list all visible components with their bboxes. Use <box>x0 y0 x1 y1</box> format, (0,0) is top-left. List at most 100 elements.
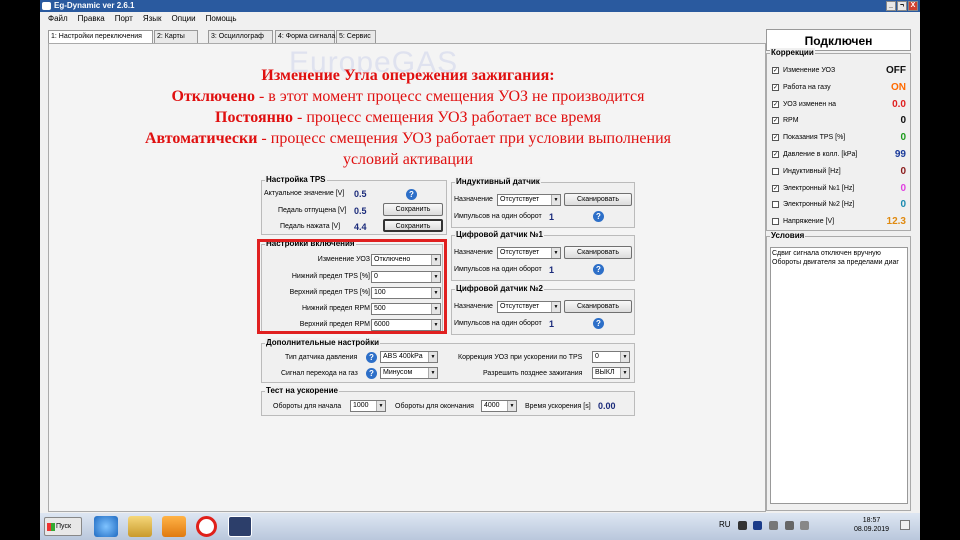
correction-value: 0 <box>900 115 906 127</box>
digital-1-scan-button[interactable]: Сканировать <box>564 246 632 259</box>
tps-actual-label: Актуальное значение [V] <box>264 190 345 197</box>
digital-2-assign-value: Отсутствует <box>500 303 540 310</box>
explorer-icon[interactable] <box>128 516 152 537</box>
bluetooth-icon[interactable] <box>753 521 762 530</box>
digital-sensor-1-group: Цифровой датчик №1 Назначение Отсутствуе… <box>451 230 635 281</box>
digital-1-pulses-value: 1 <box>549 265 555 275</box>
chevron-down-icon: ▼ <box>551 248 560 258</box>
correction-checkbox[interactable]: ✓ <box>772 184 779 192</box>
correction-checkbox[interactable] <box>772 167 779 175</box>
start-label: Пуск <box>56 523 72 530</box>
correction-checkbox[interactable]: ✓ <box>772 83 779 91</box>
pressure-type-label: Тип датчика давления <box>285 354 358 361</box>
accel-start-value: 1000 <box>353 402 369 409</box>
chevron-down-icon: ▼ <box>507 401 516 411</box>
gas-signal-select[interactable]: Минусом ▼ <box>380 367 438 379</box>
conditions-group: Условия Сдвиг сигнала отключен вручную О… <box>766 231 911 511</box>
ie-icon[interactable] <box>94 516 118 537</box>
correction-checkbox[interactable]: ✓ <box>772 117 779 125</box>
digital-2-assign-label: Назначение <box>454 303 493 310</box>
chevron-down-icon: ▼ <box>620 352 629 362</box>
title-bar[interactable]: Eg-Dynamic ver 2.6.1 _ ¬ X <box>40 0 920 12</box>
correction-checkbox[interactable] <box>772 218 779 226</box>
inductive-assign-select[interactable]: Отсутствует ▼ <box>497 194 561 206</box>
conditions-list[interactable]: Сдвиг сигнала отключен вручную Обороты д… <box>770 247 908 504</box>
correction-label: Электронный №2 [Hz] <box>783 201 855 209</box>
inductive-assign-label: Назначение <box>454 196 493 203</box>
menu-options[interactable]: Опции <box>172 12 196 25</box>
chevron-down-icon: ▼ <box>551 195 560 205</box>
menu-edit[interactable]: Правка <box>78 12 105 25</box>
accel-time-value: 0.00 <box>598 401 616 411</box>
opera-icon[interactable] <box>196 516 217 537</box>
digital-sensor-1-title: Цифровой датчик №1 <box>455 230 544 240</box>
pressure-type-select[interactable]: ABS 400kPa ▼ <box>380 351 438 363</box>
late-ignition-select[interactable]: ВЫКЛ ▼ <box>592 367 630 379</box>
correction-value: 0.0 <box>892 98 906 110</box>
restore-button[interactable]: ¬ <box>897 1 907 11</box>
accel-corr-value: 0 <box>595 353 599 360</box>
close-button[interactable]: X <box>908 1 918 11</box>
save-pressed-button[interactable]: Сохранить <box>383 219 443 232</box>
tray-clock[interactable]: 18:57 08.09.2019 <box>854 516 889 534</box>
tps-released-value: 0.5 <box>354 206 367 216</box>
save-released-button[interactable]: Сохранить <box>383 203 443 216</box>
inductive-sensor-title: Индуктивный датчик <box>455 177 541 187</box>
extra-settings-title: Дополнительные настройки <box>265 338 380 348</box>
accel-end-value: 4000 <box>484 402 500 409</box>
correction-label: Показания TPS [%] <box>783 134 846 142</box>
start-button[interactable]: Пуск <box>44 517 82 536</box>
tab-switch-settings[interactable]: 1: Настройки переключения <box>48 30 153 44</box>
volume-icon[interactable] <box>800 521 809 530</box>
help-icon[interactable]: ? <box>593 211 604 222</box>
network-icon[interactable] <box>785 521 794 530</box>
chevron-down-icon: ▼ <box>551 302 560 312</box>
eg-dynamic-taskbar-icon[interactable] <box>228 516 252 537</box>
settings-panel: EuropeGAS Изменение Угла опережения зажи… <box>48 43 766 512</box>
correction-checkbox[interactable]: ✓ <box>772 100 779 108</box>
accel-end-select[interactable]: 4000 ▼ <box>481 400 517 412</box>
correction-checkbox[interactable] <box>772 201 779 209</box>
accel-corr-select[interactable]: 0 ▼ <box>592 351 630 363</box>
digital-1-assign-select[interactable]: Отсутствует ▼ <box>497 247 561 259</box>
help-icon[interactable]: ? <box>593 318 604 329</box>
accel-test-title: Тест на ускорение <box>265 386 339 396</box>
tab-maps[interactable]: 2: Карты <box>154 30 198 43</box>
inductive-pulses-label: Импульсов на один оборот <box>454 213 542 220</box>
correction-label: Работа на газу <box>783 83 831 91</box>
tab-oscilloscope[interactable]: 3: Осциллограф <box>208 30 273 43</box>
accel-start-select[interactable]: 1000 ▼ <box>350 400 386 412</box>
language-indicator[interactable]: RU <box>719 520 731 529</box>
tab-signal-form[interactable]: 4: Форма сигнала <box>275 30 335 43</box>
corrections-title: Коррекции <box>770 48 815 58</box>
pressure-type-value: ABS 400kPa <box>383 353 423 360</box>
menu-help[interactable]: Помощь <box>206 12 237 25</box>
action-center-icon[interactable] <box>900 520 910 530</box>
gas-signal-value: Минусом <box>383 369 413 376</box>
digital-2-scan-button[interactable]: Сканировать <box>564 300 632 313</box>
menu-port[interactable]: Порт <box>115 12 133 25</box>
help-icon[interactable]: ? <box>366 368 377 379</box>
media-player-icon[interactable] <box>162 516 186 537</box>
late-ignition-value: ВЫКЛ <box>595 369 615 376</box>
correction-checkbox[interactable]: ✓ <box>772 67 779 74</box>
tab-service[interactable]: 5: Сервис <box>336 30 376 43</box>
accel-test-group: Тест на ускорение Обороты для начала 100… <box>261 386 635 416</box>
window-title: Eg-Dynamic ver 2.6.1 <box>54 1 135 10</box>
menu-file[interactable]: Файл <box>48 12 68 25</box>
correction-checkbox[interactable]: ✓ <box>772 134 779 142</box>
correction-checkbox[interactable]: ✓ <box>772 151 779 158</box>
menu-language[interactable]: Язык <box>143 12 162 25</box>
help-icon[interactable]: ? <box>593 264 604 275</box>
right-sidebar: Подключен Коррекции ✓ Изменение УОЗ OFF ✓ Ра… <box>766 29 911 512</box>
tray-app-icon[interactable] <box>769 521 778 530</box>
minimize-button[interactable]: _ <box>886 1 896 11</box>
correction-label: RPM <box>783 117 799 125</box>
digital-2-assign-select[interactable]: Отсутствует ▼ <box>497 301 561 313</box>
menu-bar: Файл Правка Порт Язык Опции Помощь <box>40 12 920 25</box>
help-icon[interactable]: ? <box>366 352 377 363</box>
digital-sensor-2-title: Цифровой датчик №2 <box>455 284 544 294</box>
help-icon[interactable]: ? <box>406 189 417 200</box>
inductive-scan-button[interactable]: Сканировать <box>564 193 632 206</box>
tray-arrow-icon[interactable] <box>738 521 747 530</box>
